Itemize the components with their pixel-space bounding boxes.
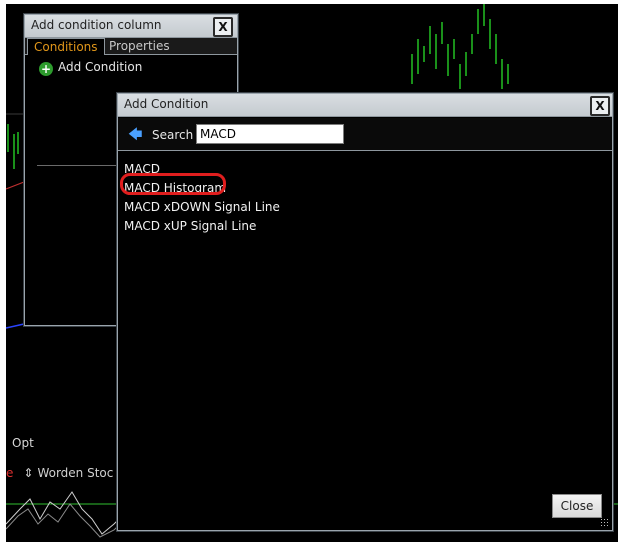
result-item[interactable]: MACD xUP Signal Line	[124, 219, 256, 233]
indicator-header[interactable]: e ⇕ Worden Stoc	[6, 466, 113, 480]
moving-average-line	[6, 323, 25, 329]
close-button[interactable]: Close	[552, 494, 602, 518]
plus-icon: +	[39, 62, 53, 76]
resize-grip-icon[interactable]	[600, 518, 610, 528]
condition-column-title: Add condition column	[31, 18, 162, 32]
condition-column-close-button[interactable]: X	[213, 17, 233, 37]
search-row: 🡄 Search	[118, 118, 612, 151]
result-item[interactable]: MACD xDOWN Signal Line	[124, 200, 280, 214]
add-condition-title: Add Condition	[124, 97, 209, 111]
indicator-label: Worden Stoc	[37, 466, 114, 480]
tab-properties[interactable]: Properties	[103, 38, 176, 54]
sort-arrows-icon[interactable]: ⇕	[23, 466, 33, 480]
back-arrow-icon[interactable]: 🡄	[128, 124, 142, 148]
indicator-prefix: e	[6, 466, 14, 480]
search-input[interactable]	[196, 124, 344, 144]
tab-conditions[interactable]: Conditions	[27, 38, 105, 55]
add-condition-close-button[interactable]: X	[590, 96, 610, 116]
add-condition-titlebar[interactable]: Add Condition X	[118, 94, 612, 117]
trend-line	[6, 181, 25, 190]
add-condition-dialog: Add Condition X 🡄 Search MACD MACD Histo…	[117, 93, 613, 531]
opt-label: Opt	[12, 436, 34, 450]
add-condition-button[interactable]: + Add Condition	[39, 60, 142, 76]
search-label: Search	[152, 128, 194, 142]
condition-column-tabs: Conditions Properties	[25, 38, 237, 55]
condition-column-titlebar[interactable]: Add condition column X	[25, 15, 237, 38]
add-condition-label: Add Condition	[58, 60, 143, 74]
highlight-annotation	[120, 173, 226, 195]
